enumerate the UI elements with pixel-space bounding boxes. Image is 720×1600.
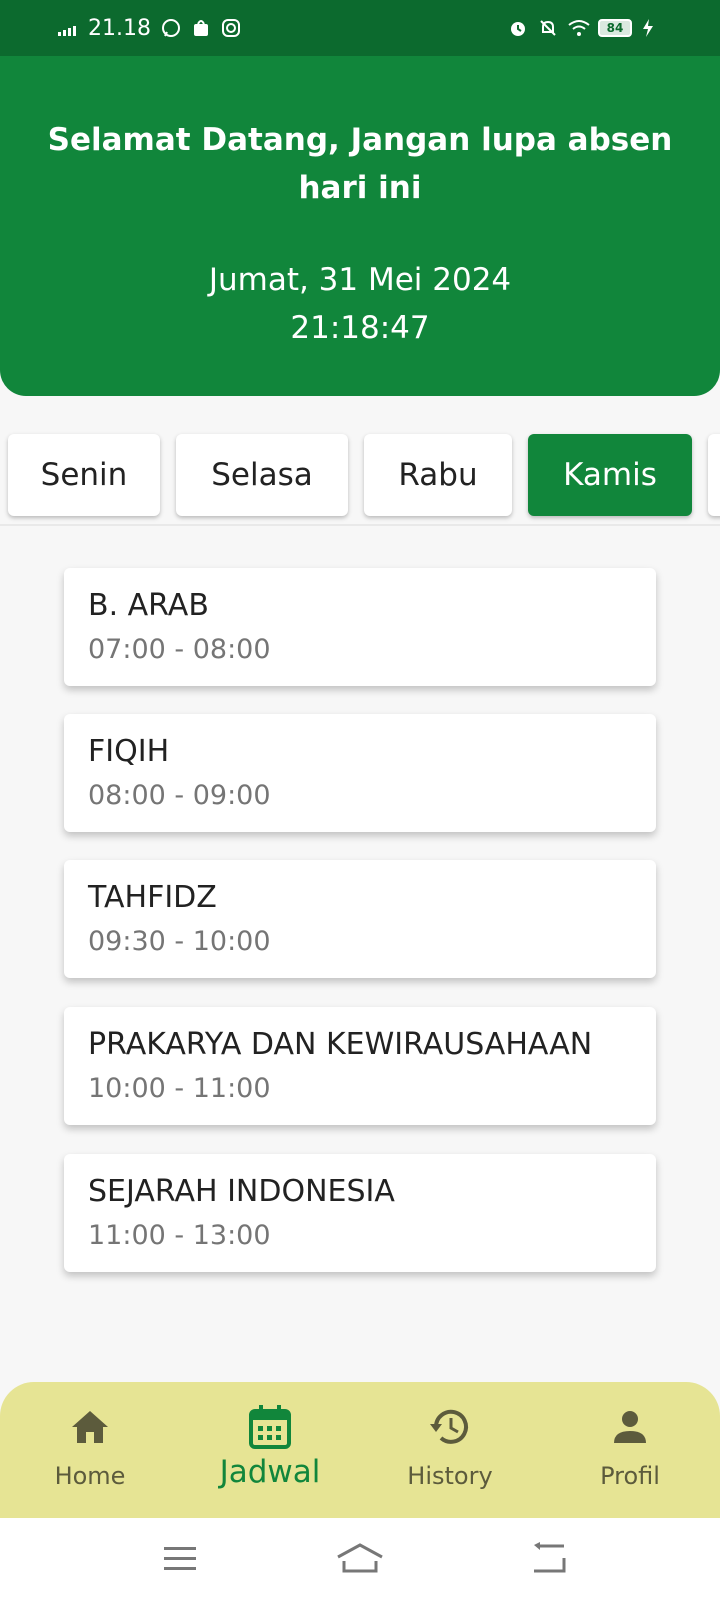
current-time: 21:18:47 bbox=[290, 310, 430, 346]
nav-history[interactable]: History bbox=[360, 1382, 540, 1518]
battery-indicator: 84 bbox=[598, 19, 632, 37]
subject-name: FIQIH bbox=[88, 734, 170, 769]
bottom-navigation: Home Jadwal History Profil bbox=[0, 1382, 720, 1518]
day-tabs: Senin Selasa Rabu Kamis bbox=[0, 420, 720, 525]
current-date: Jumat, 31 Mei 2024 bbox=[208, 262, 512, 298]
status-time: 21.18 bbox=[88, 15, 151, 41]
status-bar: 21.18 84 bbox=[0, 0, 720, 56]
tab-selasa[interactable]: Selasa bbox=[176, 434, 348, 516]
nav-jadwal[interactable]: Jadwal bbox=[180, 1382, 360, 1518]
schedule-card[interactable]: FIQIH 08:00 - 09:00 bbox=[64, 714, 656, 832]
tabs-divider bbox=[0, 524, 720, 526]
alarm-icon bbox=[508, 18, 528, 38]
instagram-icon bbox=[221, 18, 241, 38]
shop-bag-icon bbox=[191, 18, 211, 38]
subject-time: 08:00 - 09:00 bbox=[88, 780, 271, 811]
tab-kamis[interactable]: Kamis bbox=[528, 434, 692, 516]
nav-profil-label: Profil bbox=[600, 1462, 660, 1490]
back-icon[interactable] bbox=[518, 1538, 578, 1578]
schedule-card[interactable]: PRAKARYA DAN KEWIRAUSAHAAN 10:00 - 11:00 bbox=[64, 1007, 656, 1125]
nav-profil[interactable]: Profil bbox=[540, 1382, 720, 1518]
signal-icon bbox=[58, 18, 78, 38]
nav-jadwal-label: Jadwal bbox=[219, 1454, 321, 1490]
recent-apps-icon[interactable] bbox=[150, 1538, 210, 1578]
person-icon bbox=[607, 1404, 653, 1450]
calendar-icon bbox=[247, 1404, 293, 1450]
subject-name: B. ARAB bbox=[88, 588, 209, 623]
welcome-message: Selamat Datang, Jangan lupa absen hari i… bbox=[47, 122, 673, 206]
charging-icon bbox=[642, 18, 662, 38]
welcome-header: Selamat Datang, Jangan lupa absen hari i… bbox=[0, 56, 720, 396]
subject-name: SEJARAH INDONESIA bbox=[88, 1174, 395, 1209]
notifications-off-icon bbox=[538, 18, 558, 38]
nav-home[interactable]: Home bbox=[0, 1382, 180, 1518]
subject-time: 09:30 - 10:00 bbox=[88, 926, 271, 957]
subject-name: PRAKARYA DAN KEWIRAUSAHAAN bbox=[88, 1027, 593, 1062]
status-left: 21.18 bbox=[58, 16, 241, 41]
home-button-icon[interactable] bbox=[330, 1538, 390, 1578]
tab-rabu[interactable]: Rabu bbox=[364, 434, 512, 516]
tab-next-partial[interactable] bbox=[708, 434, 720, 516]
subject-time: 11:00 - 13:00 bbox=[88, 1220, 271, 1251]
whatsapp-icon bbox=[161, 18, 181, 38]
subject-time: 10:00 - 11:00 bbox=[88, 1073, 271, 1104]
status-right: 84 bbox=[508, 18, 662, 38]
subject-time: 07:00 - 08:00 bbox=[88, 634, 271, 665]
system-navigation-bar bbox=[0, 1518, 720, 1600]
tab-senin[interactable]: Senin bbox=[8, 434, 160, 516]
schedule-card[interactable]: SEJARAH INDONESIA 11:00 - 13:00 bbox=[64, 1154, 656, 1272]
subject-name: TAHFIDZ bbox=[88, 880, 217, 915]
schedule-card[interactable]: TAHFIDZ 09:30 - 10:00 bbox=[64, 860, 656, 978]
nav-home-label: Home bbox=[54, 1462, 126, 1490]
home-icon bbox=[67, 1404, 113, 1450]
schedule-card[interactable]: B. ARAB 07:00 - 08:00 bbox=[64, 568, 656, 686]
wifi-icon bbox=[568, 18, 590, 38]
nav-history-label: History bbox=[407, 1462, 493, 1490]
history-icon bbox=[427, 1404, 473, 1450]
